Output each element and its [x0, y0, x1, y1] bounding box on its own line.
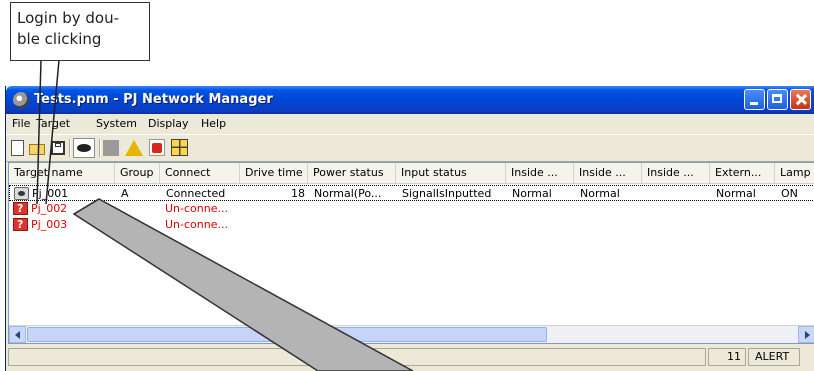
cell-external: Normal	[716, 187, 756, 200]
status-bar: 11 ALERT	[6, 346, 814, 368]
column-lamp[interactable]: Lamp	[775, 163, 814, 183]
grid-icon[interactable]	[171, 139, 188, 156]
gray-square-icon[interactable]	[103, 140, 119, 156]
cell-input-status: SignalIsInputted	[402, 187, 492, 200]
window-title: Tests.pnm - PJ Network Manager	[34, 92, 273, 107]
app-window: Tests.pnm - PJ Network Manager File Targ…	[5, 86, 814, 371]
menu-bar: File Target System Display Help	[6, 114, 814, 134]
projector-icon	[14, 187, 29, 200]
toolbar-separator	[69, 139, 71, 157]
column-drive-time[interactable]: Drive time	[240, 163, 308, 183]
new-file-icon[interactable]	[11, 140, 24, 156]
list-header: Target name Group Connect Drive time Pow…	[9, 163, 814, 184]
callout-text-line2: ble clicking	[17, 30, 102, 48]
cell-inside-2: Normal	[580, 187, 620, 200]
scroll-thumb[interactable]	[27, 327, 547, 342]
cell-connect: Un-conne...	[165, 202, 228, 215]
cell-target-name: Pj_001	[32, 187, 69, 200]
status-alert: ALERT	[748, 348, 800, 366]
menu-display[interactable]: Display	[148, 117, 189, 130]
table-row[interactable]: Pj_003 --- Un-conne...	[9, 217, 814, 233]
column-power-status[interactable]: Power status	[308, 163, 396, 183]
toolbar	[6, 134, 814, 162]
status-pane-main	[8, 348, 706, 366]
maximize-button[interactable]	[767, 89, 788, 110]
column-input-status[interactable]: Input status	[396, 163, 506, 183]
column-inside-2[interactable]: Inside ...	[574, 163, 642, 183]
alert-icon[interactable]	[125, 140, 143, 156]
column-target-name[interactable]: Target name	[9, 163, 115, 183]
cell-target-name: Pj_003	[31, 218, 68, 231]
table-row[interactable]: Pj_001 A Connected 18 Normal(Po... Signa…	[9, 185, 814, 201]
column-group[interactable]: Group	[115, 163, 160, 183]
cell-inside-1: Normal	[512, 187, 552, 200]
column-inside-1[interactable]: Inside ...	[506, 163, 574, 183]
minimize-button[interactable]	[744, 89, 765, 110]
open-folder-icon[interactable]	[29, 144, 45, 155]
login-callout: Login by dou- ble clicking	[10, 2, 150, 61]
horizontal-scrollbar[interactable]	[9, 325, 814, 343]
view-icon[interactable]	[73, 138, 95, 158]
table-row[interactable]: Pj_002 Un-conne...	[9, 201, 814, 217]
error-icon	[13, 218, 28, 231]
title-bar[interactable]: Tests.pnm - PJ Network Manager	[6, 86, 814, 114]
cell-target-name: Pj_002	[31, 202, 68, 215]
close-button[interactable]	[790, 89, 811, 110]
column-external[interactable]: Extern...	[710, 163, 775, 183]
error-icon	[13, 202, 28, 215]
cell-drive-time: 18	[291, 187, 305, 200]
menu-target[interactable]: Target	[36, 117, 70, 130]
cell-connect: Un-conne...	[165, 218, 228, 231]
menu-system[interactable]: System	[96, 117, 137, 130]
scroll-left-button[interactable]	[9, 326, 26, 343]
status-count: 11	[708, 348, 746, 366]
menu-file[interactable]: File	[12, 117, 30, 130]
cell-group	[120, 201, 158, 217]
cell-group: ---	[120, 218, 132, 231]
cell-group: A	[121, 187, 129, 200]
alert-mail-icon[interactable]	[149, 139, 165, 156]
cell-inside-3	[648, 186, 709, 202]
save-icon[interactable]	[51, 141, 65, 155]
column-inside-3[interactable]: Inside ...	[642, 163, 710, 183]
callout-text-line1: Login by dou-	[17, 9, 120, 27]
target-list[interactable]: Target name Group Connect Drive time Pow…	[8, 162, 814, 344]
app-icon	[13, 92, 29, 108]
cell-power-status: Normal(Po...	[314, 187, 382, 200]
cell-connect: Connected	[166, 187, 226, 200]
scroll-right-button[interactable]	[798, 326, 814, 343]
toolbar-separator	[99, 139, 101, 157]
column-connect[interactable]: Connect	[160, 163, 240, 183]
menu-help[interactable]: Help	[201, 117, 226, 130]
cell-lamp: ON	[781, 187, 798, 200]
